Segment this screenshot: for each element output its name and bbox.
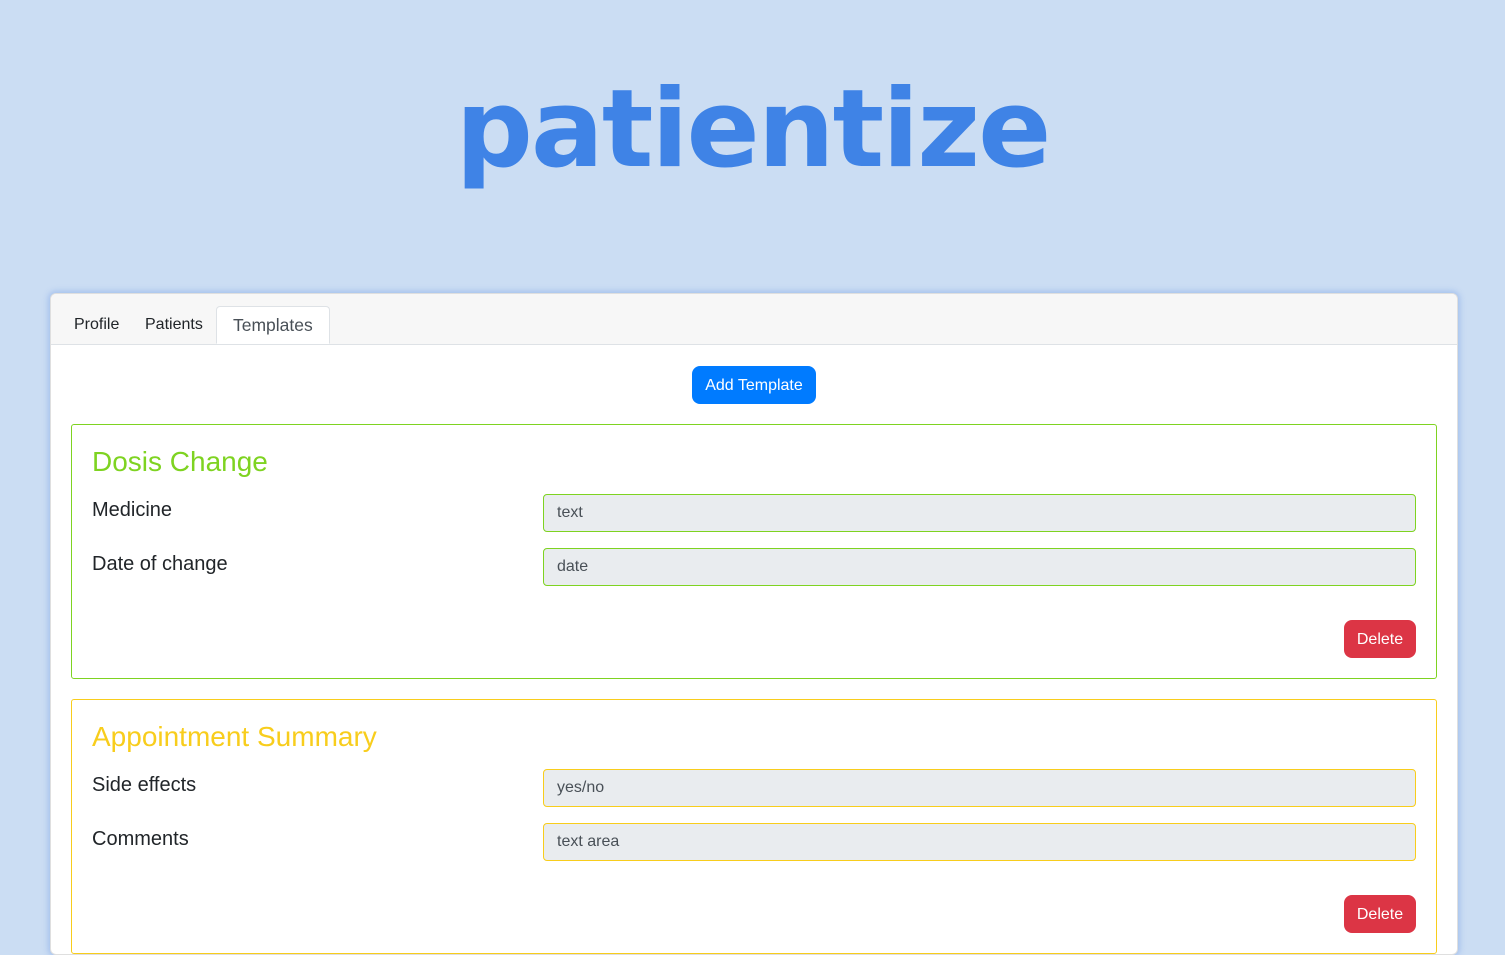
field-input-medicine[interactable]: text [543, 494, 1416, 532]
field-input-date-of-change[interactable]: date [543, 548, 1416, 586]
tab-patients[interactable]: Patients [145, 306, 203, 344]
field-input-comments[interactable]: text area [543, 823, 1416, 861]
tab-profile[interactable]: Profile [74, 306, 119, 344]
template-card-appointment-summary: Appointment Summary Side effects yes/no … [71, 699, 1437, 954]
main-card: Profile Patients Templates Add Template … [50, 293, 1458, 955]
template-card-dosis-change: Dosis Change Medicine text Date of chang… [71, 424, 1437, 679]
tab-templates[interactable]: Templates [216, 306, 330, 344]
tab-bar: Profile Patients Templates [51, 294, 1457, 345]
delete-template-button[interactable]: Delete [1344, 620, 1416, 658]
field-input-side-effects[interactable]: yes/no [543, 769, 1416, 807]
delete-template-button[interactable]: Delete [1344, 895, 1416, 933]
app-logo: patientize [455, 67, 1052, 192]
field-label-date-of-change: Date of change [92, 553, 228, 575]
header: patientize [0, 0, 1505, 290]
field-label-medicine: Medicine [92, 499, 173, 521]
template-title: Appointment Summary [92, 721, 377, 752]
field-label-comments: Comments [92, 828, 189, 850]
add-template-button[interactable]: Add Template [692, 366, 816, 404]
template-title: Dosis Change [92, 446, 268, 477]
field-label-side-effects: Side effects [92, 774, 197, 796]
